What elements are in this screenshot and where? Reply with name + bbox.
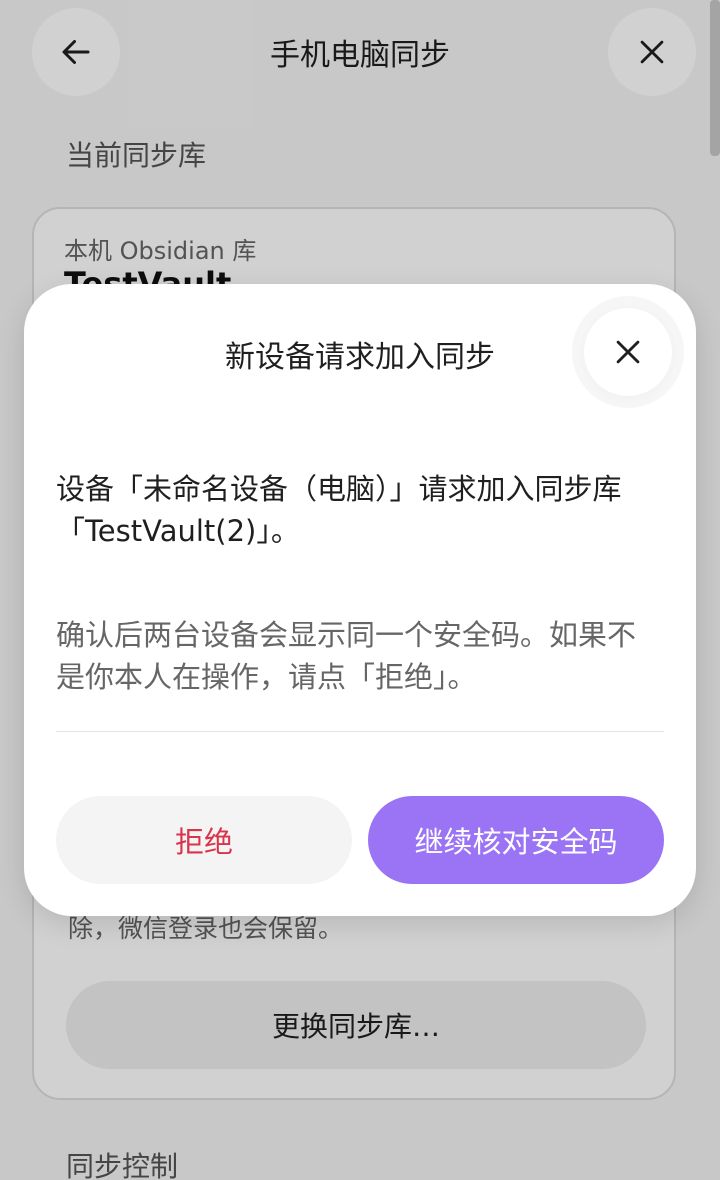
- dialog-divider: [56, 731, 664, 732]
- continue-verify-button[interactable]: 继续核对安全码: [368, 796, 664, 884]
- join-request-dialog: 新设备请求加入同步 设备「未命名设备（电脑）」请求加入同步库「TestVault…: [24, 284, 696, 916]
- dialog-message: 设备「未命名设备（电脑）」请求加入同步库「TestVault(2)」。: [56, 472, 622, 548]
- close-icon: [616, 340, 640, 364]
- dialog-close-button[interactable]: [584, 308, 672, 396]
- dialog-hint: 确认后两台设备会显示同一个安全码。如果不是你本人在操作，请点「拒绝」。: [56, 618, 637, 694]
- reject-button[interactable]: 拒绝: [56, 796, 352, 884]
